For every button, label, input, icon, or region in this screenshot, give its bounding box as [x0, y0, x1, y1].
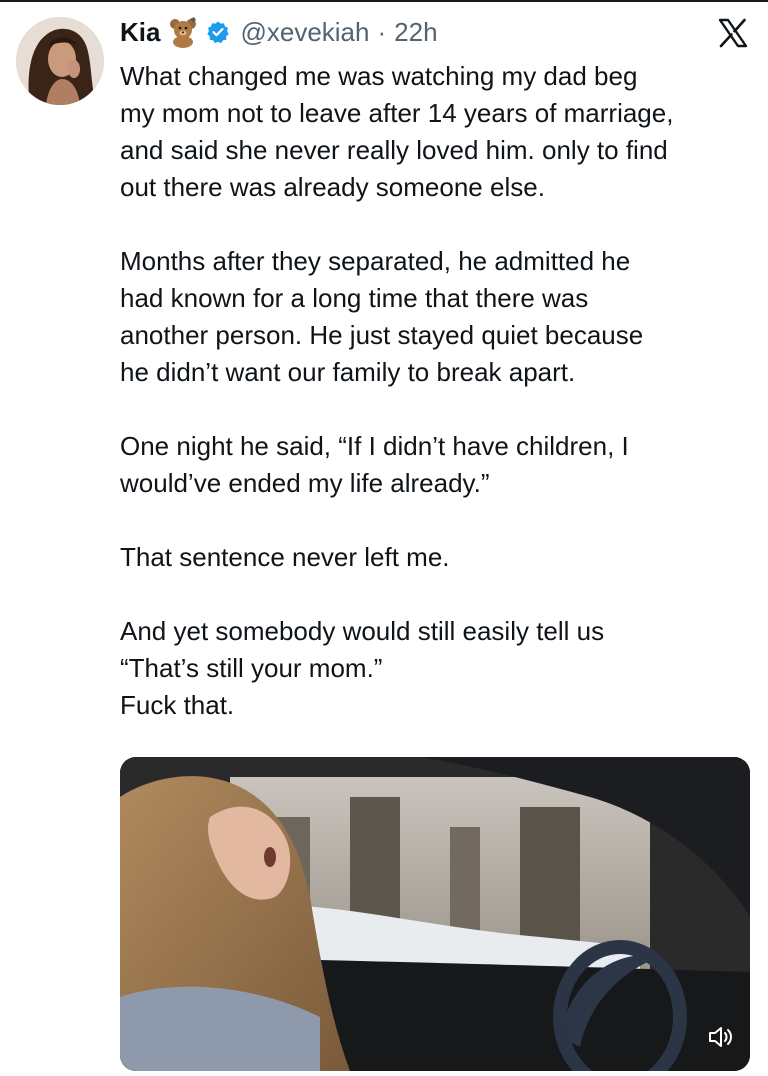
volume-icon[interactable] — [704, 1021, 736, 1053]
author-name[interactable]: Kia — [120, 17, 160, 48]
top-edge-divider — [0, 0, 768, 2]
tweet-header: Kia @xevekiah · 22h — [120, 14, 438, 50]
avatar[interactable] — [16, 17, 104, 105]
tweet-body: What changed me was watching my dad beg … — [120, 58, 750, 724]
author-handle[interactable]: @xevekiah — [240, 17, 369, 48]
tweet-paragraph: Months after they separated, he admitted… — [120, 246, 644, 387]
teddy-bear-icon — [166, 16, 200, 48]
avatar-image — [16, 17, 104, 105]
header-separator: · — [377, 16, 387, 47]
video-frame — [120, 757, 750, 1071]
tweet-paragraph: That sentence never left me. — [120, 542, 450, 572]
tweet-paragraph: What changed me was watching my dad beg … — [120, 61, 674, 202]
tweet-paragraph: And yet somebody would still easily tell… — [120, 616, 605, 720]
tweet-paragraph: One night he said, “If I didn’t have chi… — [120, 431, 629, 498]
x-logo-icon — [718, 18, 748, 48]
video-player[interactable] — [120, 757, 750, 1071]
verified-badge-icon — [206, 20, 230, 44]
post-timestamp[interactable]: 22h — [394, 17, 437, 48]
